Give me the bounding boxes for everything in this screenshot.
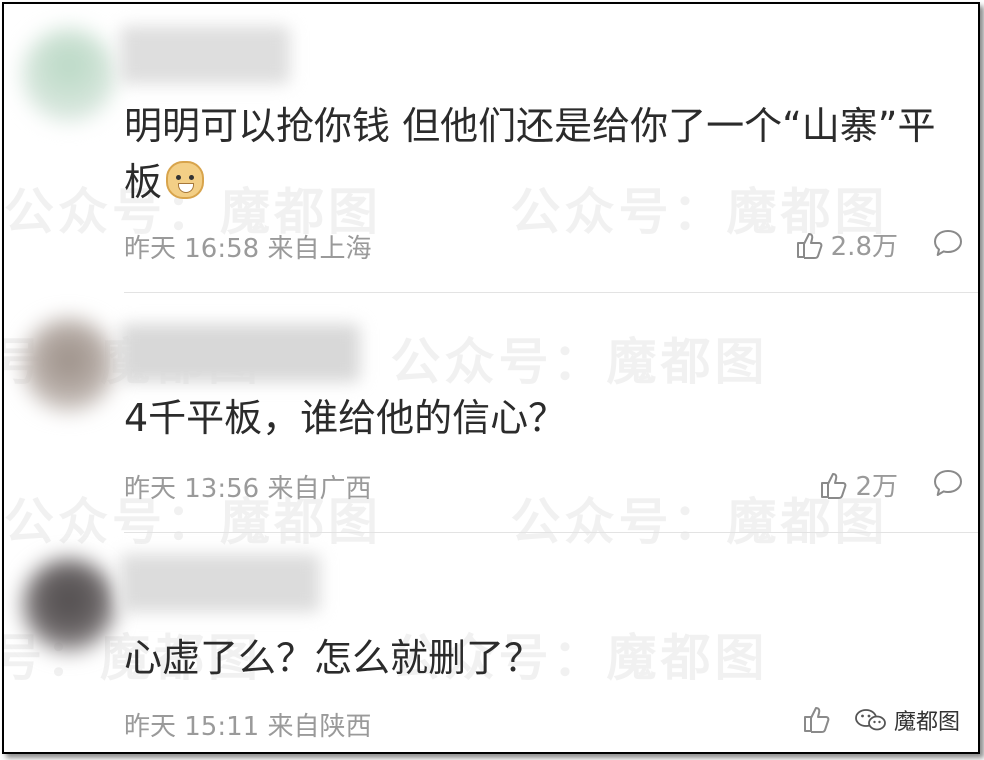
comment-body: 明明可以抢你钱 但他们还是给你了一个“山寨”平板 xyxy=(124,104,936,204)
comment-text: 心虚了么？怎么就删了？ xyxy=(124,630,944,686)
screenshot-frame: 公众号：魔都图 公众号：魔都图 公众号：魔都图 公众号：魔都图 公众号：魔都图 … xyxy=(2,2,980,754)
comment-bubble-icon xyxy=(934,230,962,256)
like-count: 2万 xyxy=(855,472,898,502)
wechat-icon xyxy=(855,709,886,731)
username-blurred[interactable] xyxy=(120,26,290,84)
thumbs-up-icon xyxy=(796,232,823,259)
source-badge: 魔都图 xyxy=(849,702,964,738)
badge-label: 魔都图 xyxy=(893,710,960,735)
comment-body: 4千平板，谁给他的信心？ xyxy=(124,396,567,440)
comment-meta: 昨天 13:56 来自广西 xyxy=(124,474,372,504)
like-button[interactable]: 2万 xyxy=(819,466,898,503)
like-button[interactable]: 2.8万 xyxy=(795,226,898,263)
username-blurred[interactable] xyxy=(120,324,360,382)
divider xyxy=(124,532,978,533)
like-button[interactable] xyxy=(802,704,838,734)
comment-text: 明明可以抢你钱 但他们还是给你了一个“山寨”平板 xyxy=(124,98,944,210)
thumbs-up-icon xyxy=(821,472,847,499)
comment-meta: 昨天 16:58 来自上海 xyxy=(124,234,372,264)
username-blurred[interactable] xyxy=(120,554,320,612)
watermark: 公众号：魔都图 公众号：魔都图 xyxy=(4,333,769,391)
like-count: 2.8万 xyxy=(830,232,898,262)
reply-button[interactable] xyxy=(932,468,964,498)
reply-button[interactable] xyxy=(932,228,964,258)
thumbs-up-icon xyxy=(804,707,830,733)
divider xyxy=(124,292,978,293)
avatar[interactable] xyxy=(22,28,116,122)
comment-bubble-icon xyxy=(934,470,962,496)
avatar[interactable] xyxy=(22,318,116,412)
comment-meta: 昨天 15:11 来自陕西 xyxy=(124,712,372,742)
avatar[interactable] xyxy=(22,558,116,652)
comment-text: 4千平板，谁给他的信心？ xyxy=(124,390,944,446)
doge-emoji-icon xyxy=(166,161,205,199)
comment-body: 心虚了么？怎么就删了？ xyxy=(124,636,543,680)
